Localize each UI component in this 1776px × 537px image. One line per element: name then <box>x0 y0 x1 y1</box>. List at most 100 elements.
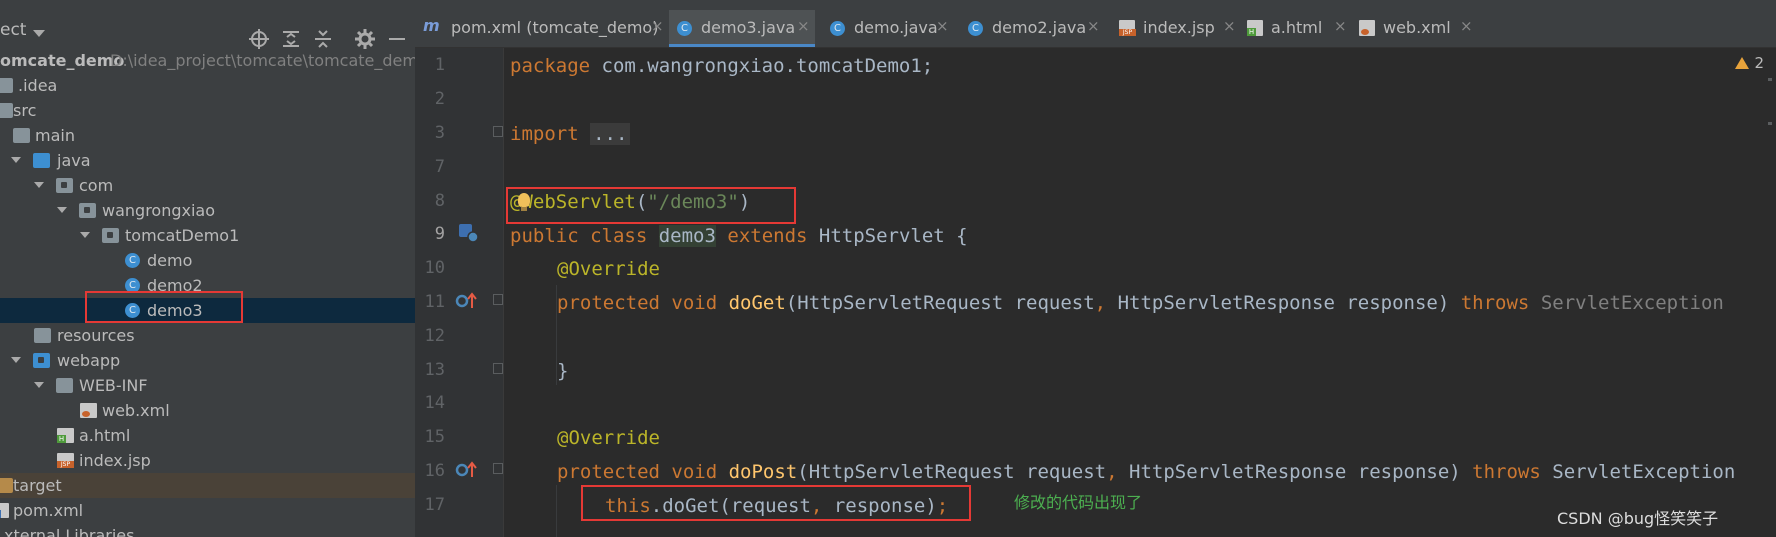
line-number: 10 <box>424 258 445 278</box>
folder-icon <box>0 103 13 118</box>
servlet-run-icon[interactable] <box>458 223 480 243</box>
highlight-box-call <box>581 485 971 521</box>
expand-all-icon[interactable] <box>280 28 302 50</box>
java-class-icon: C <box>830 21 845 36</box>
collapse-all-icon[interactable] <box>312 28 334 50</box>
maven-icon: m <box>423 16 440 35</box>
fold-marker-icon[interactable] <box>493 294 503 305</box>
warnings-indicator[interactable]: 2 <box>1735 54 1764 72</box>
keyword: public class <box>510 225 648 247</box>
code-line-13: } <box>557 359 568 383</box>
tree-item-label: main <box>35 126 75 145</box>
locate-icon[interactable] <box>248 28 270 50</box>
chevron-down-icon[interactable] <box>11 157 21 163</box>
tab-label: demo3.java <box>701 18 796 37</box>
line-number: 2 <box>434 89 445 109</box>
tree-item-external-libraries[interactable]: xternal Libraries <box>0 523 415 537</box>
close-icon[interactable]: × <box>1087 17 1100 35</box>
class-name: demo3 <box>658 225 716 247</box>
close-icon[interactable]: × <box>1223 17 1236 35</box>
code-editor[interactable]: 1 2 3 7 8 9 10 11 12 13 14 15 16 17 pack… <box>415 48 1776 537</box>
tree-item-src[interactable]: src <box>0 98 415 123</box>
fold-marker-icon[interactable] <box>493 463 503 474</box>
gear-icon[interactable] <box>354 28 376 50</box>
chevron-down-icon[interactable] <box>80 232 90 238</box>
fold-marker-icon[interactable] <box>493 363 503 374</box>
code-line-10: @Override <box>557 257 660 281</box>
override-marker-icon[interactable] <box>455 460 477 480</box>
tree-item-tomcatdemo1[interactable]: tomcatDemo1 <box>0 223 415 248</box>
tree-item-label: src <box>13 101 37 120</box>
tree-item-label: WEB-INF <box>79 376 148 395</box>
close-icon[interactable]: × <box>936 17 949 35</box>
tree-item-java[interactable]: java <box>0 148 415 173</box>
tab-demo2-java[interactable]: C demo2.java × <box>960 10 1105 47</box>
tree-item-label: resources <box>57 326 135 345</box>
params: HttpServletResponse response) <box>1117 461 1473 483</box>
close-icon[interactable]: × <box>1334 17 1347 35</box>
tree-item-target[interactable]: target <box>0 473 415 498</box>
tree-item-main[interactable]: main <box>0 123 415 148</box>
keyword: import <box>510 123 579 145</box>
code-area[interactable]: package com.wangrongxiao.tomcatDemo1; im… <box>510 48 1776 537</box>
tree-item-label: wangrongxiao <box>102 201 216 220</box>
folder-icon <box>13 128 30 143</box>
keyword: throws <box>1460 292 1530 314</box>
tab-web-xml[interactable]: web.xml × <box>1351 10 1473 47</box>
xml-file-icon <box>1359 20 1375 36</box>
tree-item-com[interactable]: com <box>0 173 415 198</box>
folded-imports[interactable]: ... <box>590 123 631 145</box>
keyword: package <box>510 55 591 77</box>
comma: , <box>1094 292 1107 314</box>
override-marker-icon[interactable] <box>455 291 477 311</box>
project-panel-title[interactable]: ect <box>0 20 26 40</box>
chevron-down-icon[interactable] <box>11 357 21 363</box>
code-line-1: package com.wangrongxiao.tomcatDemo1; <box>510 54 933 78</box>
tree-item-label: java <box>57 151 91 170</box>
highlight-box-annotation <box>506 187 796 224</box>
comma: , <box>1106 461 1118 483</box>
java-class-icon: C <box>968 21 983 36</box>
tree-item-label: a.html <box>79 426 131 445</box>
fold-marker-icon[interactable] <box>493 126 503 137</box>
tab-demo3-java[interactable]: C demo3.java × <box>669 10 815 47</box>
chevron-down-icon[interactable] <box>34 182 44 188</box>
line-number: 1 <box>434 55 445 75</box>
tree-item-webapp[interactable]: webapp <box>0 348 415 373</box>
annotation-name: @Override <box>557 427 660 449</box>
maven-file-icon <box>0 503 9 518</box>
tree-item-wangrongxiao[interactable]: wangrongxiao <box>0 198 415 223</box>
scrollbar-mark <box>1768 78 1772 81</box>
tree-item-web-inf[interactable]: WEB-INF <box>0 373 415 398</box>
tree-item-pom-xml[interactable]: pom.xml <box>0 498 415 523</box>
source-folder-icon <box>33 153 50 168</box>
line-number: 8 <box>434 191 445 211</box>
tab-a-html[interactable]: a.html × <box>1239 10 1351 47</box>
code-line-11: protected void doGet(HttpServletRequest … <box>557 291 1724 315</box>
code-line-16: protected void doPost(HttpServletRequest… <box>557 460 1735 484</box>
tree-item-web-xml[interactable]: web.xml <box>0 398 415 423</box>
tree-item-module[interactable]: omcate_demo D:\idea_project\tomcate\tomc… <box>0 48 415 73</box>
tree-item-idea[interactable]: .idea <box>0 73 415 98</box>
tree-item-label: .idea <box>18 76 58 95</box>
project-panel: ect omcate_demo D:\idea_project\tomcate\… <box>0 0 415 537</box>
line-number: 17 <box>424 495 445 515</box>
tree-item-index-jsp[interactable]: index.jsp <box>0 448 415 473</box>
highlight-box-tree <box>85 291 243 323</box>
close-icon[interactable]: × <box>797 17 810 35</box>
tab-pom-xml[interactable]: m pom.xml (tomcate_demo) × <box>415 10 668 47</box>
chevron-down-icon[interactable] <box>57 207 67 213</box>
tree-item-label: xternal Libraries <box>4 526 135 537</box>
close-icon[interactable]: × <box>651 17 664 35</box>
tree-item-demo[interactable]: C demo <box>0 248 415 273</box>
tree-item-a-html[interactable]: a.html <box>0 423 415 448</box>
hide-panel-icon[interactable] <box>386 28 408 50</box>
chevron-down-icon[interactable] <box>33 30 45 37</box>
close-icon[interactable]: × <box>1460 17 1473 35</box>
chevron-down-icon[interactable] <box>34 382 44 388</box>
tab-index-jsp[interactable]: index.jsp × <box>1111 10 1239 47</box>
tab-demo-java[interactable]: C demo.java × <box>822 10 954 47</box>
exception-type: ServletException <box>1529 292 1724 314</box>
tree-item-label: pom.xml <box>13 501 84 520</box>
tree-item-resources[interactable]: resources <box>0 323 415 348</box>
